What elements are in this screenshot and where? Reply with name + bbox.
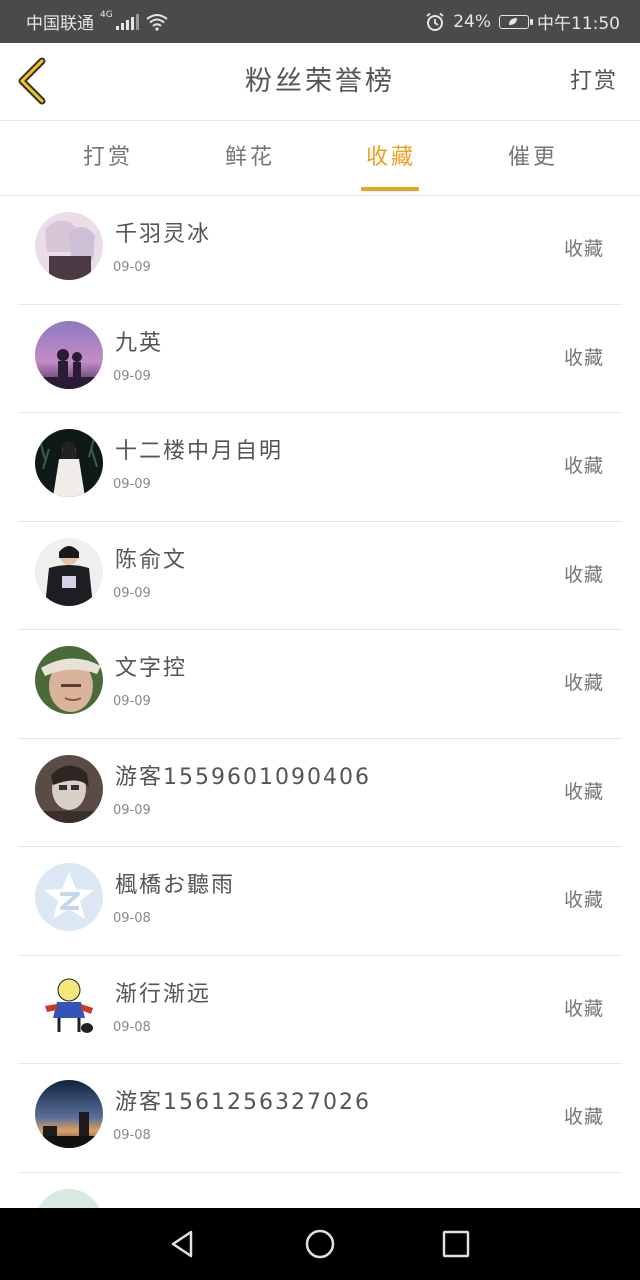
list-item[interactable] bbox=[18, 1173, 622, 1208]
item-date: 09-09 bbox=[113, 260, 151, 275]
item-date: 09-08 bbox=[113, 1019, 151, 1035]
user-name: 九英 bbox=[115, 330, 164, 356]
item-date: 09-09 bbox=[113, 802, 151, 818]
item-date: 09-09 bbox=[113, 477, 151, 492]
tab-label: 鲜花 bbox=[224, 145, 275, 170]
active-tab-indicator bbox=[361, 187, 419, 191]
tab-label: 打赏 bbox=[82, 145, 133, 170]
avatar[interactable] bbox=[35, 320, 103, 389]
list-item[interactable]: 陈俞文 09-09 收藏 bbox=[18, 522, 622, 630]
favorite-label: 收藏 bbox=[563, 563, 604, 586]
wifi-icon bbox=[146, 13, 168, 31]
list-item[interactable]: 游客1559601090406 09-09 收藏 bbox=[18, 739, 622, 847]
item-date: 09-09 bbox=[113, 585, 151, 601]
status-right: 24% 中午11:50 bbox=[425, 0, 620, 43]
list-item[interactable]: 千羽灵冰 09-09 收藏 bbox=[18, 196, 622, 305]
list-item[interactable]: 渐行渐远 09-08 收藏 bbox=[18, 956, 622, 1064]
list-item[interactable]: 十二楼中月自明 09-09 收藏 bbox=[18, 413, 622, 522]
tab-tip[interactable]: 打赏 bbox=[58, 121, 158, 195]
list-item[interactable]: 九英 09-09 收藏 bbox=[18, 305, 622, 413]
item-date: 09-08 bbox=[113, 1128, 151, 1143]
recents-square-icon[interactable] bbox=[438, 1226, 474, 1262]
user-name: 千羽灵冰 bbox=[115, 222, 212, 247]
favorite-label: 收藏 bbox=[563, 889, 604, 911]
status-bar: 中国联通 4G 24% 中午11:50 bbox=[0, 0, 640, 43]
list-item[interactable]: 楓橋お聽雨 09-08 收藏 bbox=[18, 847, 622, 956]
user-name: 楓橋お聽雨 bbox=[115, 873, 236, 898]
back-triangle-icon[interactable] bbox=[165, 1226, 201, 1262]
avatar[interactable] bbox=[35, 646, 103, 714]
network-type: 4G bbox=[100, 9, 113, 20]
favorite-label: 收藏 bbox=[563, 455, 604, 477]
user-name: 十二楼中月自明 bbox=[115, 439, 284, 464]
tab-urge-update[interactable]: 催更 bbox=[483, 121, 583, 195]
avatar[interactable] bbox=[35, 212, 103, 280]
avatar[interactable] bbox=[35, 429, 103, 497]
favorite-label: 收藏 bbox=[563, 1106, 604, 1128]
avatar[interactable] bbox=[35, 754, 103, 823]
system-nav-bar bbox=[0, 1208, 640, 1280]
user-name: 游客1559601090406 bbox=[115, 764, 371, 790]
user-name: 渐行渐远 bbox=[115, 981, 212, 1007]
battery-icon bbox=[499, 14, 533, 29]
avatar[interactable] bbox=[35, 1080, 103, 1148]
avatar[interactable] bbox=[35, 1188, 103, 1208]
home-circle-icon[interactable] bbox=[302, 1226, 338, 1262]
battery-percent: 24% bbox=[453, 11, 491, 32]
signal-icon bbox=[115, 13, 139, 30]
item-date: 09-09 bbox=[113, 694, 151, 709]
favorite-label: 收藏 bbox=[563, 346, 604, 369]
user-name: 游客1561256327026 bbox=[115, 1090, 371, 1115]
tab-flowers[interactable]: 鲜花 bbox=[200, 121, 300, 195]
tab-favorites[interactable]: 收藏 bbox=[341, 121, 441, 195]
avatar[interactable] bbox=[35, 863, 103, 931]
page-title: 粉丝荣誉榜 bbox=[245, 66, 395, 97]
fan-list: 千羽灵冰 09-09 收藏 九英 09-09 收藏 十二楼中月自明 09-09 … bbox=[0, 196, 640, 1208]
favorite-label: 收藏 bbox=[563, 238, 604, 260]
tab-bar: 打赏 鲜花 收藏 催更 bbox=[0, 121, 640, 196]
status-left: 中国联通 4G bbox=[26, 0, 169, 43]
favorite-label: 收藏 bbox=[563, 780, 604, 803]
item-date: 09-08 bbox=[113, 911, 151, 926]
tip-button[interactable]: 打赏 bbox=[570, 43, 618, 120]
avatar[interactable] bbox=[35, 537, 103, 606]
item-date: 09-09 bbox=[113, 368, 151, 384]
favorite-label: 收藏 bbox=[563, 997, 604, 1020]
list-item[interactable]: 文字控 09-09 收藏 bbox=[18, 630, 622, 739]
list-item[interactable]: 游客1561256327026 09-08 收藏 bbox=[18, 1064, 622, 1173]
tab-label: 收藏 bbox=[365, 145, 416, 170]
tab-label: 催更 bbox=[507, 145, 558, 170]
favorite-label: 收藏 bbox=[563, 672, 604, 694]
app-header: 粉丝荣誉榜 打赏 bbox=[0, 43, 640, 121]
user-name: 文字控 bbox=[115, 656, 188, 681]
avatar[interactable] bbox=[35, 971, 103, 1040]
user-name: 陈俞文 bbox=[115, 547, 188, 573]
carrier-label: 中国联通 bbox=[26, 14, 94, 34]
alarm-icon bbox=[426, 12, 444, 31]
clock: 中午11:50 bbox=[537, 14, 620, 34]
